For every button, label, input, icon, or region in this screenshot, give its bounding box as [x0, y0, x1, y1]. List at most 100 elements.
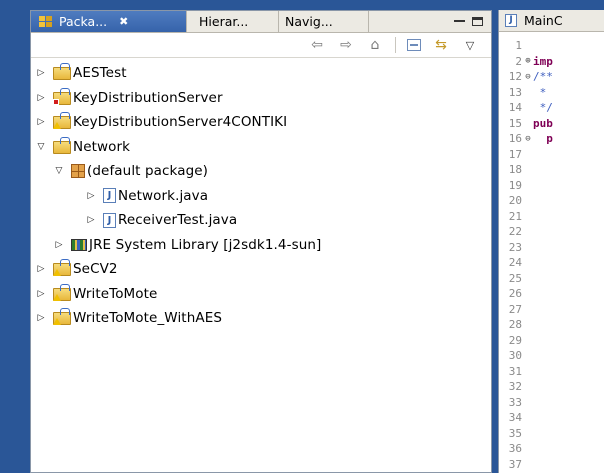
line-number: 29 [508, 333, 522, 347]
toolbar-separator [395, 37, 396, 53]
editor-tab[interactable]: J MainC [499, 10, 604, 32]
collapse-fold-icon[interactable]: ⊖ [523, 134, 533, 144]
line-number: 33 [508, 395, 522, 409]
tree-item[interactable]: ▷ AESTest [31, 61, 491, 86]
warning-marker-icon [53, 269, 61, 277]
code-line: 13 * [499, 85, 604, 101]
line-number: 36 [508, 442, 522, 456]
forward-arrow-icon[interactable]: ⇨ [337, 37, 355, 53]
code-line: 19 [499, 178, 604, 194]
package-icon [71, 164, 85, 179]
collapsed-twisty-icon[interactable]: ▷ [36, 313, 46, 323]
java-project-icon [53, 63, 71, 81]
up-folder-icon[interactable]: ⌂ [366, 37, 384, 53]
tree-item[interactable]: ▷ WriteToMote_WithAES [31, 306, 491, 331]
code-line: 28 [499, 317, 604, 333]
code-line: 2 ⊕ imp [499, 54, 604, 70]
code-line: 25 [499, 271, 604, 287]
tree-item[interactable]: ▷ JRE System Library [j2sdk1.4-sun] [31, 233, 491, 258]
java-project-icon [53, 259, 71, 277]
tree-item-label: SeCV2 [73, 261, 118, 278]
collapsed-twisty-icon[interactable]: ▷ [86, 191, 96, 201]
line-number: 30 [508, 349, 522, 363]
tab-navigator[interactable]: Navig... [279, 11, 369, 32]
library-icon [71, 238, 87, 251]
collapsed-twisty-icon[interactable]: ▷ [36, 289, 46, 299]
code-text: */ [533, 101, 553, 115]
code-line: 18 [499, 162, 604, 178]
tree-item[interactable]: ▷ J Network.java [31, 184, 491, 209]
code-line: 1 [499, 38, 604, 54]
code-line: 17 [499, 147, 604, 163]
code-line: 34 [499, 410, 604, 426]
collapsed-twisty-icon[interactable]: ▷ [36, 93, 46, 103]
line-number: 13 [508, 85, 522, 99]
code-editor[interactable]: 1 2 ⊕ imp 12 ⊖/** 13 * 14 */15 pub 16 ⊖ p 17 18 19 20 2… [499, 32, 604, 472]
warning-marker-icon [53, 318, 61, 326]
expanded-twisty-icon[interactable]: ▽ [36, 142, 46, 152]
minimize-icon[interactable] [454, 17, 465, 26]
package-explorer-view: Packa... ✖ Hierar... Navig... ⇦ ⇨ ⌂ ⇆ ▽ … [30, 10, 492, 473]
tree-item[interactable]: ▽ Network [31, 135, 491, 160]
line-number: 27 [508, 302, 522, 316]
tree-item-label: Network [73, 138, 131, 155]
tree-item-label: ReceiverTest.java [118, 212, 238, 229]
tab-label: Packa... [59, 14, 108, 29]
expanded-twisty-icon[interactable]: ▽ [54, 166, 64, 176]
tree-item[interactable]: ▽ (default package) [31, 159, 491, 184]
tree-item[interactable]: ▷ WriteToMote [31, 282, 491, 307]
line-number: 26 [508, 287, 522, 301]
back-arrow-icon[interactable]: ⇦ [308, 37, 326, 53]
close-icon[interactable]: ✖ [119, 15, 128, 28]
line-number: 16 [508, 132, 522, 146]
line-number: 12 [508, 70, 522, 84]
java-project-icon [53, 308, 71, 326]
expand-fold-icon[interactable]: ⊕ [523, 56, 533, 66]
line-number: 31 [508, 364, 522, 378]
code-line: 14 */ [499, 100, 604, 116]
collapsed-twisty-icon[interactable]: ▷ [36, 264, 46, 274]
tree-item[interactable]: ▷ KeyDistributionServer [31, 86, 491, 111]
line-number: 21 [508, 209, 522, 223]
code-line: 32 [499, 379, 604, 395]
collapse-all-icon[interactable] [407, 39, 421, 51]
java-project-icon [53, 283, 71, 301]
collapsed-twisty-icon[interactable]: ▷ [36, 117, 46, 127]
view-toolbar: ⇦ ⇨ ⌂ ⇆ ▽ [31, 33, 491, 58]
code-text: /** [533, 70, 553, 84]
editor-area: J MainC 1 2 ⊕ imp 12 ⊖/** 13 * 14 */15 pub 16 ⊖ p1… [498, 10, 604, 473]
tree-item-label: KeyDistributionServer [73, 89, 223, 106]
tree-item-label: KeyDistributionServer4CONTIKI [73, 114, 288, 131]
code-line: 27 [499, 302, 604, 318]
tab-package-explorer[interactable]: Packa... ✖ [31, 11, 187, 32]
collapsed-twisty-icon[interactable]: ▷ [86, 215, 96, 225]
tab-hierarchy[interactable]: Hierar... [187, 11, 279, 32]
collapsed-twisty-icon[interactable]: ▷ [36, 68, 46, 78]
tree-item-label: WriteToMote_WithAES [73, 310, 222, 327]
collapsed-twisty-icon[interactable]: ▷ [54, 240, 64, 250]
view-menu-icon[interactable]: ▽ [461, 39, 479, 52]
java-file-icon: J [103, 212, 116, 228]
tree-item[interactable]: ▷ J ReceiverTest.java [31, 208, 491, 233]
maximize-icon[interactable] [472, 17, 483, 26]
code-line: 26 [499, 286, 604, 302]
collapse-fold-icon[interactable]: ⊖ [523, 72, 533, 82]
line-number: 24 [508, 256, 522, 270]
code-line: 30 [499, 348, 604, 364]
tab-label: Navig... [285, 14, 333, 29]
link-with-editor-icon[interactable]: ⇆ [432, 37, 450, 53]
line-number: 17 [508, 147, 522, 161]
tree-item-label: JRE System Library [j2sdk1.4-sun] [89, 236, 322, 253]
tree-item[interactable]: ▷ KeyDistributionServer4CONTIKI [31, 110, 491, 135]
line-number: 28 [508, 318, 522, 332]
code-line: 20 [499, 193, 604, 209]
java-project-icon [53, 87, 71, 105]
error-marker-icon [53, 98, 59, 105]
package-explorer-icon [39, 15, 53, 28]
tree-item-label: (default package) [87, 163, 209, 180]
code-line: 12 ⊖/** [499, 69, 604, 85]
line-number: 32 [508, 380, 522, 394]
tree-item[interactable]: ▷ SeCV2 [31, 257, 491, 282]
code-line: 35 [499, 426, 604, 442]
code-text: * [533, 85, 547, 99]
